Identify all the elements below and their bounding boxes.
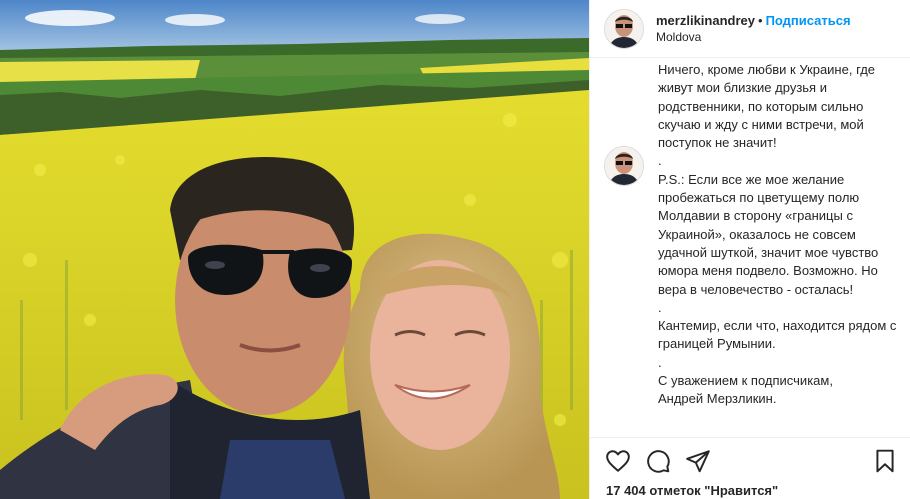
profile-photo-icon — [605, 147, 643, 185]
share-icon[interactable] — [685, 448, 711, 474]
bookmark-icon[interactable] — [872, 448, 898, 474]
header-text: merzlikinandrey • Подписаться Moldova — [656, 12, 851, 46]
avatar[interactable] — [604, 8, 644, 49]
post-photo[interactable] — [0, 0, 589, 499]
caption-area: Ничего, кроме любви к Украине, где живут… — [590, 58, 910, 438]
likes-count[interactable]: 17 404 отметок "Нравится" — [606, 483, 778, 498]
username-link[interactable]: merzlikinandrey — [656, 13, 755, 28]
caption-avatar[interactable] — [604, 146, 644, 186]
selfie-in-rapeseed-field-image — [0, 0, 589, 499]
follow-button[interactable]: Подписаться — [766, 13, 851, 28]
action-bar: 17 404 отметок "Нравится" — [590, 437, 910, 499]
post-header: merzlikinandrey • Подписаться Moldova — [590, 0, 910, 58]
separator-dot: • — [758, 12, 763, 28]
post-sidebar: merzlikinandrey • Подписаться Moldova Ниче… — [589, 0, 910, 499]
heart-icon[interactable] — [605, 448, 631, 474]
location-link[interactable]: Moldova — [656, 29, 851, 46]
profile-photo-icon — [605, 9, 643, 48]
instagram-post: merzlikinandrey • Подписаться Moldova Ниче… — [0, 0, 910, 499]
post-caption: Ничего, кроме любви к Украине, где живут… — [658, 62, 897, 407]
comment-icon[interactable] — [645, 448, 671, 474]
